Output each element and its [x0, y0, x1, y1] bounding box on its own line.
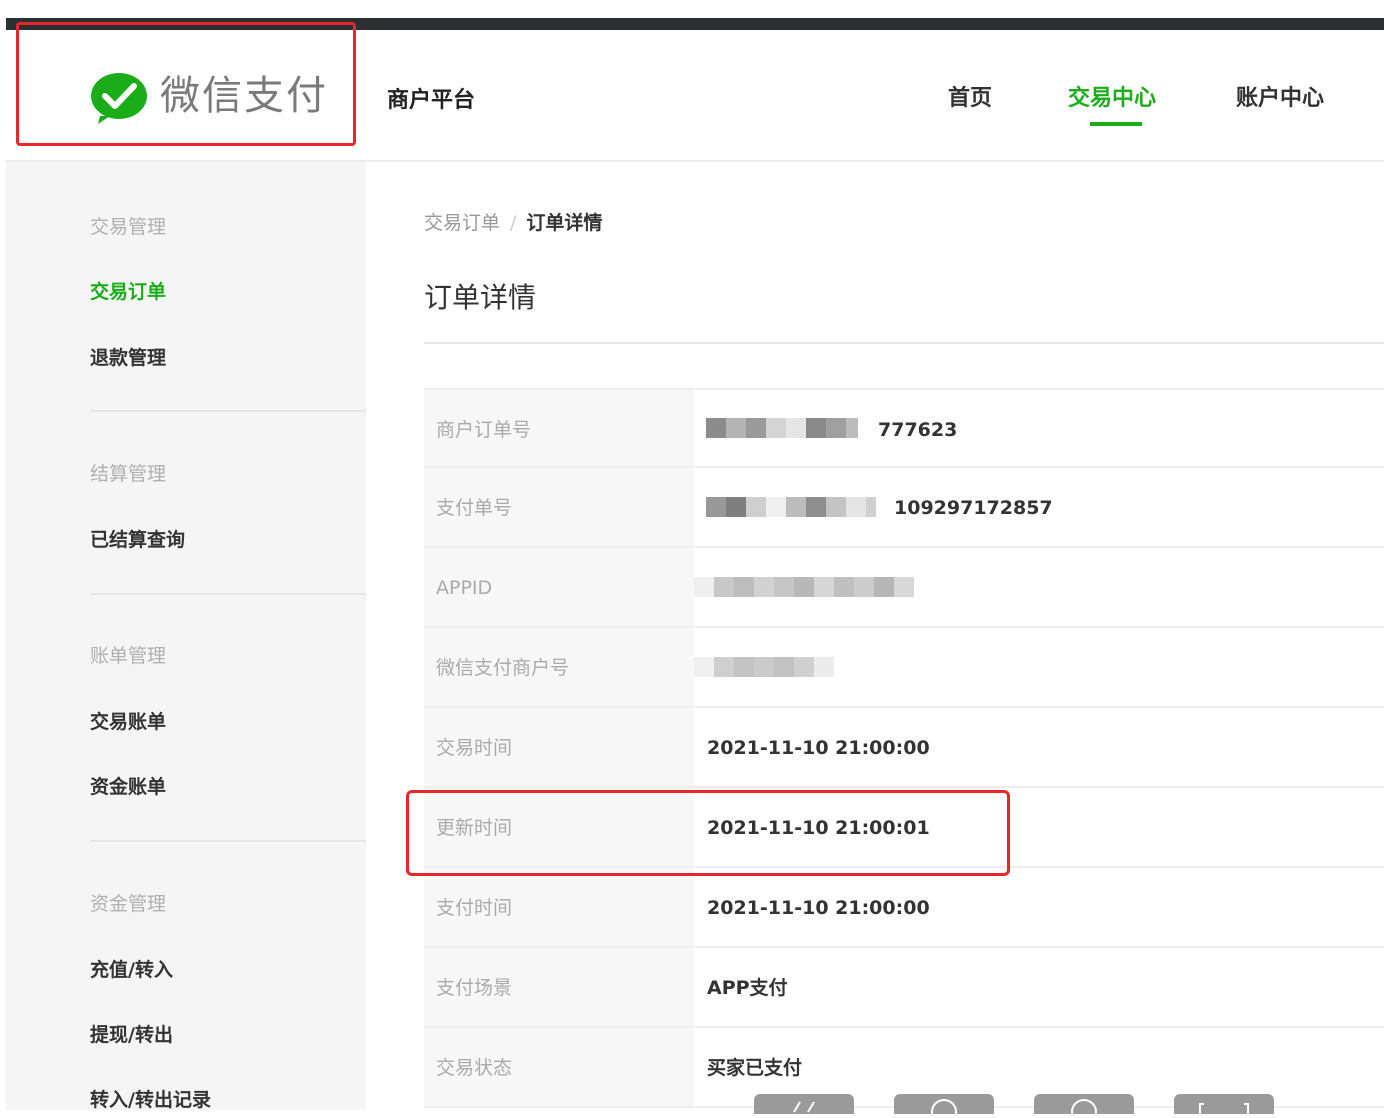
detail-label: 交易状态: [424, 1028, 694, 1106]
detail-label: 支付场景: [424, 948, 694, 1026]
detail-value: 2021-11-10 21:00:00: [707, 737, 930, 759]
breadcrumb-parent-link[interactable]: 交易订单: [424, 212, 500, 234]
sidebar-item-trade-bill[interactable]: 交易账单: [90, 707, 166, 734]
detail-label: 支付单号: [424, 468, 694, 546]
sidebar-group-title: 资金管理: [90, 893, 167, 915]
breadcrumb: 交易订单 / 订单详情: [424, 208, 602, 235]
masked-mosaic: [706, 418, 858, 438]
platform-title: 商户平台: [387, 88, 476, 113]
masked-mosaic: [694, 577, 914, 597]
order-detail-table: 商户订单号 777623 支付单号 109297172857 APPID 微信支…: [424, 388, 1384, 1108]
sidebar-item-trade-orders[interactable]: 交易订单: [90, 277, 166, 304]
toolbar-button[interactable]: [1034, 1094, 1134, 1118]
slash-icon: [793, 1101, 815, 1113]
detail-row-pay-scene: 支付场景 APP支付: [424, 948, 1384, 1028]
sidebar-item-withdraw[interactable]: 提现/转出: [90, 1020, 173, 1047]
circle-icon: [931, 1099, 957, 1118]
toolbar-button[interactable]: [894, 1094, 994, 1118]
breadcrumb-separator: /: [510, 212, 517, 234]
bracket-icon: [1199, 1103, 1249, 1114]
nav-account-center[interactable]: 账户中心: [1236, 80, 1324, 112]
detail-label: 商户订单号: [424, 390, 694, 466]
breadcrumb-current: 订单详情: [526, 212, 603, 234]
sidebar-item-refund[interactable]: 退款管理: [90, 343, 166, 370]
sidebar-group-title: 结算管理: [90, 463, 167, 485]
sidebar-item-fund-bill[interactable]: 资金账单: [90, 772, 166, 799]
detail-row-trade-time: 交易时间 2021-11-10 21:00:00: [424, 708, 1384, 788]
detail-label: 支付时间: [424, 868, 694, 946]
detail-row-appid: APPID: [424, 548, 1384, 628]
sidebar-group-title: 账单管理: [90, 645, 167, 667]
nav-home[interactable]: 首页: [948, 80, 992, 112]
detail-label: 微信支付商户号: [424, 628, 694, 706]
detail-value: 109297172857: [894, 497, 1053, 519]
sidebar-divider: [90, 410, 366, 412]
toolbar-button[interactable]: [754, 1094, 854, 1114]
detail-value: APP支付: [707, 977, 788, 999]
page-title: 订单详情: [424, 281, 537, 314]
sidebar-divider: [90, 840, 366, 842]
sidebar: [6, 162, 366, 1110]
sidebar-group-title: 交易管理: [90, 216, 167, 238]
detail-label: 交易时间: [424, 708, 694, 786]
sidebar-item-settled-query[interactable]: 已结算查询: [90, 525, 185, 552]
sidebar-item-transfer-records[interactable]: 转入/转出记录: [90, 1085, 211, 1112]
masked-mosaic: [706, 497, 876, 517]
toolbar-button[interactable]: [1174, 1094, 1274, 1114]
masked-mosaic: [694, 657, 834, 677]
detail-row-wechat-merchant-no: 微信支付商户号: [424, 628, 1384, 708]
logo-highlight-box: [16, 22, 356, 146]
circle-icon: [1071, 1099, 1097, 1118]
detail-label: APPID: [424, 548, 694, 626]
sidebar-divider: [90, 593, 366, 595]
sidebar-item-recharge[interactable]: 充值/转入: [90, 955, 173, 982]
detail-row-payment-no: 支付单号 109297172857: [424, 468, 1384, 548]
nav-active-underline: [1090, 122, 1142, 126]
detail-value: 777623: [878, 419, 958, 441]
update-time-highlight-box: [406, 790, 1010, 876]
nav-trade-center[interactable]: 交易中心: [1068, 80, 1156, 112]
title-divider: [424, 342, 1384, 344]
detail-row-pay-time: 支付时间 2021-11-10 21:00:00: [424, 868, 1384, 948]
detail-value: 2021-11-10 21:00:00: [707, 897, 930, 919]
detail-row-merchant-order-no: 商户订单号 777623: [424, 388, 1384, 468]
